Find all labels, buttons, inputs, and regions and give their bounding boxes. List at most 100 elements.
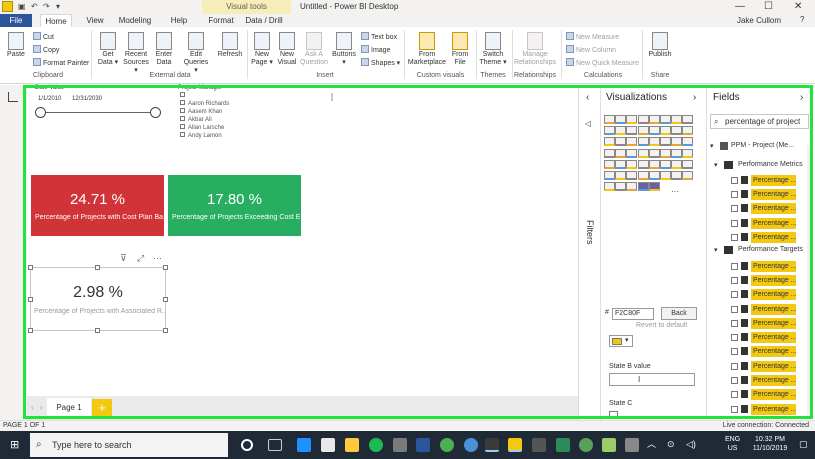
pm-option[interactable]: Aaron Richards	[180, 100, 229, 108]
tab-modeling[interactable]: Modeling	[117, 14, 153, 27]
get-data-button[interactable]: Get Data ▾	[96, 32, 120, 67]
table-performance-targets[interactable]: Performance Targets	[738, 246, 803, 253]
app-icon[interactable]	[532, 438, 546, 452]
app-icon[interactable]	[393, 438, 407, 452]
visual-type-icon[interactable]	[682, 159, 694, 169]
more-visuals-icon[interactable]: ···	[671, 187, 679, 196]
user-name[interactable]: Jake Cullom	[737, 14, 781, 27]
visual-type-icon[interactable]	[615, 171, 627, 180]
table-expand-icon[interactable]: ▾	[714, 246, 718, 254]
revert-to-default-link[interactable]: Revert to default	[636, 322, 687, 329]
visual-type-icon[interactable]	[671, 159, 683, 169]
field-checkbox[interactable]	[731, 363, 738, 370]
field-checkbox[interactable]	[731, 306, 738, 313]
visual-type-icon[interactable]	[637, 148, 649, 158]
visual-type-icon[interactable]	[682, 126, 694, 136]
resize-grip[interactable]	[331, 93, 333, 101]
visual-type-icon[interactable]	[637, 171, 649, 180]
field-checkbox[interactable]	[731, 391, 738, 398]
add-page-button[interactable]: +	[92, 399, 112, 418]
new-page-button[interactable]: New Page ▾	[250, 32, 274, 67]
task-view-icon[interactable]	[268, 439, 282, 451]
visual-type-icon[interactable]	[626, 171, 638, 180]
tray-chevron-icon[interactable]: ︿	[647, 440, 656, 449]
visual-type-icon[interactable]	[671, 126, 683, 136]
color-swatch-dropdown[interactable]: ▾	[609, 335, 633, 347]
visual-type-icon[interactable]	[660, 137, 671, 147]
visual-type-icon[interactable]	[671, 171, 683, 180]
recent-sources-button[interactable]: Recent Sources ▾	[122, 32, 150, 75]
new-column-button[interactable]: New Column	[566, 45, 616, 55]
resize-handle[interactable]	[163, 328, 168, 333]
field-checkbox[interactable]	[731, 348, 738, 355]
windows-start-icon[interactable]: ⊞	[10, 440, 19, 451]
visual-type-icon[interactable]	[637, 159, 649, 169]
resize-handle[interactable]	[163, 265, 168, 270]
buttons-button[interactable]: Buttons ▾	[330, 32, 358, 67]
photos-icon[interactable]	[485, 438, 499, 452]
visual-type-icon[interactable]	[671, 137, 683, 147]
visual-type-icon[interactable]	[637, 137, 649, 147]
visual-type-icon[interactable]	[604, 148, 615, 158]
spotify-icon[interactable]	[369, 438, 383, 452]
visual-type-icon[interactable]	[626, 182, 638, 192]
visual-type-icon[interactable]	[637, 126, 649, 136]
visual-type-icon[interactable]	[615, 159, 627, 169]
visual-type-icon[interactable]	[637, 115, 649, 124]
close-button[interactable]: ✕	[794, 1, 802, 13]
text-box-button[interactable]: Text box	[361, 32, 397, 42]
table-expand-icon[interactable]: ▾	[714, 161, 718, 169]
pm-option[interactable]: Andy Lamon	[180, 132, 222, 140]
date-slicer-end[interactable]: 12/31/2030	[72, 96, 102, 102]
pm-option[interactable]: Allan Larsche	[180, 124, 224, 132]
mail-icon[interactable]	[321, 438, 335, 452]
edge-icon[interactable]	[297, 438, 311, 452]
minimize-button[interactable]: —	[735, 1, 745, 13]
shapes-button[interactable]: Shapes ▾	[361, 58, 400, 68]
resize-handle[interactable]	[95, 328, 100, 333]
fields-search-input[interactable]: ⌕ percentage of project	[710, 114, 809, 129]
app-icon[interactable]	[556, 438, 570, 452]
field-checkbox[interactable]	[731, 291, 738, 298]
cut-button[interactable]: Cut	[33, 32, 54, 42]
report-canvas[interactable]	[27, 85, 578, 395]
help-icon[interactable]: ?	[800, 15, 804, 24]
powerbi-taskbar-icon[interactable]	[508, 438, 522, 452]
field-checkbox[interactable]	[731, 320, 738, 327]
pm-option[interactable]: Akbar Ali	[180, 116, 212, 124]
filter-icon[interactable]: ⊽	[120, 253, 127, 264]
viz-collapse-right-icon[interactable]: ›	[693, 92, 696, 103]
fields-scrollbar[interactable]	[807, 145, 812, 415]
visual-type-icon[interactable]	[671, 148, 683, 158]
field-checkbox[interactable]	[731, 277, 738, 284]
date-slider-end-handle[interactable]	[150, 107, 161, 118]
chrome-icon[interactable]	[440, 438, 454, 452]
app-icon[interactable]	[625, 438, 639, 452]
new-quick-measure-button[interactable]: New Quick Measure	[566, 58, 639, 68]
visual-type-icon[interactable]	[626, 159, 638, 169]
visual-type-icon[interactable]	[615, 126, 627, 136]
visual-type-icon[interactable]	[626, 148, 638, 158]
field-checkbox[interactable]	[731, 263, 738, 270]
model-name[interactable]: PPM - Project (Me...	[731, 142, 794, 149]
kpi-card-cost-plan[interactable]: 24.71 % Percentage of Projects with Cost…	[31, 175, 164, 236]
resize-handle[interactable]	[28, 328, 33, 333]
kpi-card-exceeding-cost[interactable]: 17.80 % Percentage of Projects Exceeding…	[168, 175, 301, 236]
page-tab-1[interactable]: Page 1	[47, 398, 91, 418]
app-icon[interactable]	[464, 438, 478, 452]
visual-type-icon[interactable]	[604, 182, 615, 192]
visual-type-icon[interactable]	[604, 126, 615, 136]
field-checkbox[interactable]	[731, 220, 738, 227]
file-explorer-icon[interactable]	[345, 438, 359, 452]
pm-option[interactable]: Aasem Khan	[180, 108, 222, 116]
visual-type-icon[interactable]	[660, 126, 671, 136]
viz-collapse-left-icon[interactable]: ‹	[586, 92, 589, 103]
resize-handle[interactable]	[163, 297, 168, 302]
save-icon[interactable]: ▣	[18, 2, 26, 12]
visual-type-icon[interactable]	[626, 126, 638, 136]
quick-access-dropdown-icon[interactable]: ▾	[56, 2, 60, 12]
resize-handle[interactable]	[95, 265, 100, 270]
focus-icon[interactable]: ⤢	[137, 253, 144, 264]
visual-type-icon[interactable]	[637, 182, 649, 192]
visual-type-icon[interactable]	[660, 159, 671, 169]
